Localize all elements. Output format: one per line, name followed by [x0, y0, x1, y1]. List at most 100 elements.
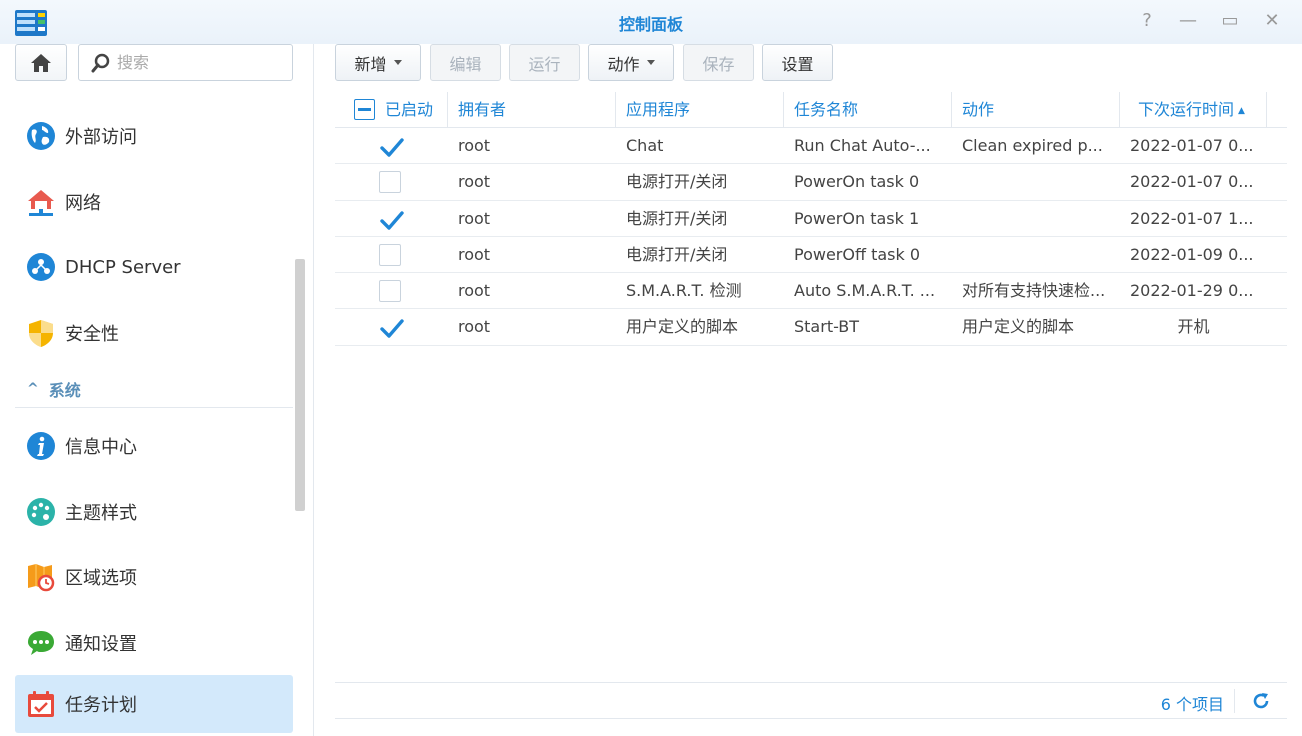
- column-enabled[interactable]: 已启动: [335, 92, 448, 128]
- sidebar-section-system[interactable]: ^ 系统: [15, 370, 293, 408]
- calendar-check-icon: [25, 688, 57, 720]
- enabled-checkbox-checked[interactable]: [379, 316, 404, 339]
- sidebar-item-regional-options[interactable]: 区域选项: [15, 548, 293, 606]
- chevron-up-icon: ^: [27, 380, 39, 397]
- sidebar-item-label: 信息中心: [65, 437, 137, 458]
- column-application[interactable]: 应用程序: [616, 92, 784, 128]
- network-house-icon: [25, 186, 57, 218]
- table-row[interactable]: root Chat Run Chat Auto-... Clean expired p…: [335, 128, 1287, 165]
- add-button[interactable]: 新增: [335, 44, 421, 81]
- checkmark-icon: [380, 319, 404, 339]
- table-body: root Chat Run Chat Auto-... Clean expired p…: [335, 128, 1287, 346]
- sidebar-item-label: 区域选项: [65, 568, 137, 589]
- cell-action: Clean expired p...: [962, 136, 1103, 155]
- cell-app: S.M.A.R.T. 检测: [626, 281, 742, 301]
- table-row[interactable]: root 用户定义的脚本 Start-BT 用户定义的脚本 开机: [335, 309, 1287, 346]
- enabled-checkbox-checked[interactable]: [379, 208, 404, 230]
- enabled-checkbox[interactable]: [379, 280, 401, 303]
- cell-owner: root: [458, 244, 491, 264]
- item-count: 6 个项目: [1160, 695, 1224, 714]
- home-icon: [31, 53, 51, 72]
- dhcp-icon: [25, 251, 57, 283]
- sidebar-item-theme[interactable]: 主题样式: [15, 483, 293, 541]
- sidebar-item-info-center[interactable]: 信息中心: [15, 417, 293, 475]
- column-task-name[interactable]: 任务名称: [784, 92, 952, 128]
- edit-button[interactable]: 编辑: [430, 44, 501, 81]
- table-footer: 6 个项目: [335, 682, 1287, 719]
- cell-app: Chat: [626, 136, 664, 155]
- action-button[interactable]: 动作: [588, 44, 674, 81]
- sidebar-item-external-access[interactable]: 外部访问: [15, 107, 293, 165]
- task-table: 已启动 拥有者 应用程序 任务名称 动作 下次运行时间 ▲ root Chat Run…: [335, 92, 1287, 346]
- action-button-label: 动作: [607, 54, 640, 74]
- cell-action: 用户定义的脚本: [962, 317, 1075, 337]
- cell-task: PowerOn task 0: [794, 172, 920, 192]
- refresh-icon[interactable]: [1251, 691, 1271, 711]
- sidebar-item-label: 安全性: [65, 324, 119, 345]
- sidebar-scrollbar[interactable]: [295, 259, 305, 511]
- select-all-checkbox[interactable]: [354, 99, 375, 120]
- cell-next: 2022-01-07 1...: [1130, 208, 1254, 228]
- table-header: 已启动 拥有者 应用程序 任务名称 动作 下次运行时间 ▲: [335, 92, 1287, 128]
- table-row[interactable]: root S.M.A.R.T. 检测 Auto S.M.A.R.T. ... 对所有支…: [335, 273, 1287, 310]
- run-button[interactable]: 运行: [509, 44, 580, 81]
- sidebar-item-notification[interactable]: 通知设置: [15, 614, 293, 672]
- column-label: 下次运行时间: [1138, 100, 1235, 119]
- close-icon[interactable]: ✕: [1262, 11, 1282, 31]
- palette-icon: [25, 496, 57, 528]
- sidebar-item-label: 任务计划: [65, 695, 137, 716]
- sidebar-item-network[interactable]: 网络: [15, 173, 293, 231]
- sidebar-item-dhcp-server[interactable]: DHCP Server: [15, 238, 293, 296]
- cell-task: PowerOn task 1: [794, 208, 920, 228]
- column-next-run-time[interactable]: 下次运行时间 ▲: [1120, 92, 1267, 128]
- cell-next: 开机: [1177, 317, 1210, 337]
- chat-bubble-icon: [25, 627, 57, 659]
- table-row[interactable]: root 电源打开/关闭 PowerOff task 0 2022-01-09 0..…: [335, 237, 1287, 274]
- cell-owner: root: [458, 208, 491, 228]
- enabled-checkbox[interactable]: [379, 243, 401, 266]
- checkmark-icon: [380, 210, 404, 230]
- map-clock-icon: [25, 561, 57, 593]
- cell-task: PowerOff task 0: [794, 244, 921, 264]
- table-row[interactable]: root 电源打开/关闭 PowerOn task 0 2022-01-07 0...: [335, 164, 1287, 201]
- cell-owner: root: [458, 172, 491, 192]
- table-row[interactable]: root 电源打开/关闭 PowerOn task 1 2022-01-07 1...: [335, 201, 1287, 237]
- enabled-checkbox-checked[interactable]: [379, 135, 404, 157]
- cell-owner: root: [458, 281, 491, 301]
- search-box[interactable]: [78, 44, 293, 81]
- cell-next: 2022-01-07 0...: [1130, 172, 1254, 192]
- cell-owner: root: [458, 136, 491, 155]
- save-button[interactable]: 保存: [683, 44, 754, 81]
- column-owner[interactable]: 拥有者: [448, 92, 616, 128]
- sidebar: 外部访问 网络 DHCP Server 安全性 ^ 系统 信息中心 主题样式: [0, 44, 314, 736]
- cell-app: 电源打开/关闭: [626, 244, 728, 264]
- cell-app: 电源打开/关闭: [626, 208, 728, 228]
- chevron-down-icon: [393, 60, 402, 65]
- sidebar-item-security[interactable]: 安全性: [15, 304, 293, 362]
- cell-task: Auto S.M.A.R.T. ...: [794, 281, 936, 301]
- title-bar: 控制面板 ? — ▭ ✕: [0, 0, 1302, 44]
- sidebar-item-label: DHCP Server: [65, 256, 181, 278]
- cell-task: Run Chat Auto-...: [794, 136, 931, 155]
- minimize-icon[interactable]: —: [1178, 11, 1198, 31]
- cell-action: [962, 164, 1112, 200]
- window-title: 控制面板: [618, 15, 683, 34]
- column-action[interactable]: 动作: [952, 92, 1120, 128]
- cell-task: Start-BT: [794, 317, 860, 337]
- help-icon[interactable]: ?: [1137, 11, 1157, 31]
- cell-next: 2022-01-29 0...: [1130, 281, 1254, 301]
- cell-action: 对所有支持快速检...: [962, 281, 1106, 301]
- add-button-label: 新增: [354, 54, 387, 74]
- maximize-icon[interactable]: ▭: [1220, 11, 1240, 31]
- home-button[interactable]: [15, 44, 67, 81]
- cell-action: [962, 201, 1112, 237]
- search-icon: [91, 53, 110, 72]
- settings-button[interactable]: 设置: [762, 44, 833, 81]
- shield-icon: [25, 317, 57, 349]
- sidebar-item-label: 通知设置: [65, 634, 137, 655]
- footer-divider: [1234, 689, 1235, 713]
- search-input[interactable]: [117, 53, 287, 72]
- enabled-checkbox[interactable]: [379, 171, 401, 194]
- sidebar-item-task-scheduler[interactable]: 任务计划: [15, 675, 293, 733]
- sort-asc-icon: ▲: [1238, 106, 1245, 116]
